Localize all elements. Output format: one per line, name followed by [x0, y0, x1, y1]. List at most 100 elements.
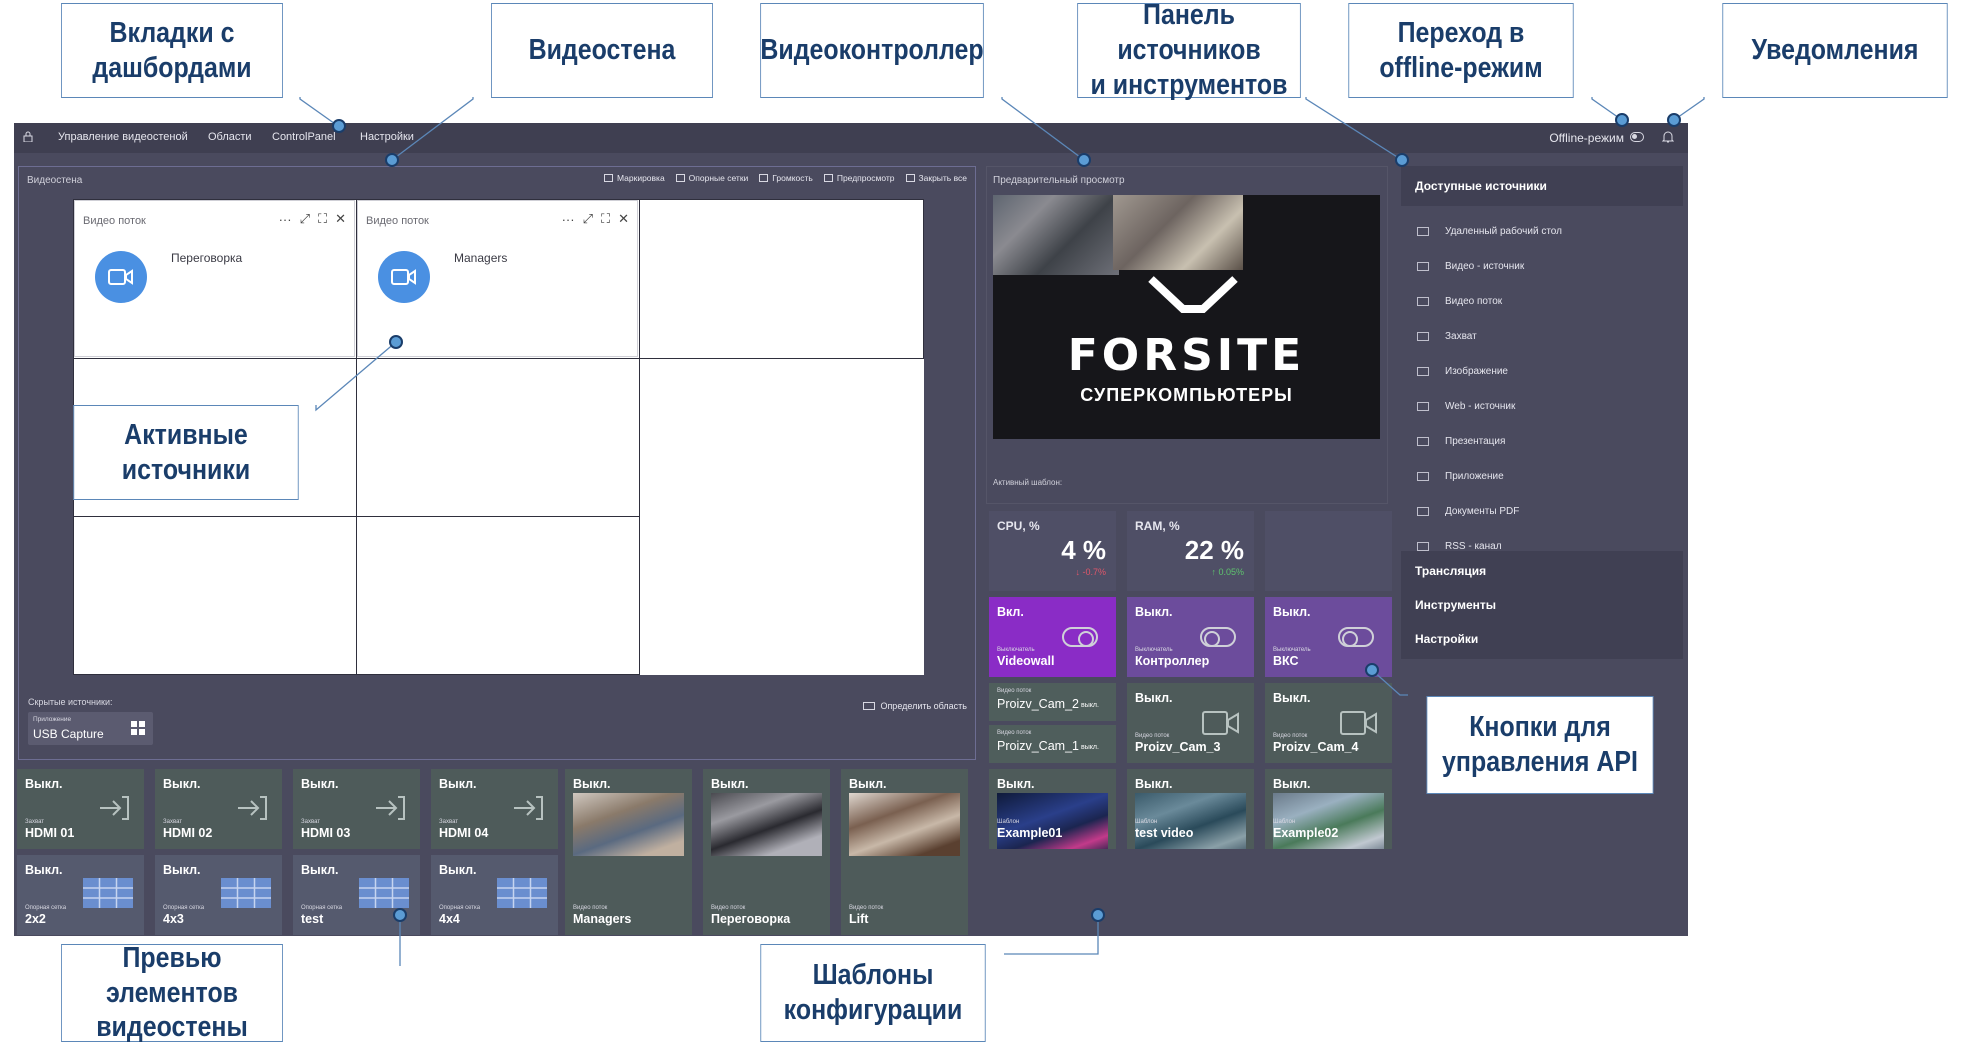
preview-camera-feed: [993, 195, 1119, 275]
wall-cell[interactable]: [73, 516, 357, 675]
wall-cell[interactable]: [639, 199, 924, 359]
grid-preset-tile[interactable]: Выкл. Опорная сетка 2x2: [17, 855, 144, 935]
source-tools: ··· ⤢ ⛶ ✕: [279, 211, 346, 227]
source-type-label: Видео - источник: [1445, 261, 1525, 272]
tile-name: ВКС: [1273, 654, 1299, 668]
active-source-tile[interactable]: Видео поток ··· ⤢ ⛶ ✕ Переговорка: [74, 200, 355, 357]
stream-tile[interactable]: Выкл. Видео поток Proizv_Cam_4: [1265, 683, 1392, 763]
reference-grids-button[interactable]: Опорные сетки: [675, 173, 748, 183]
expand-icon[interactable]: ⤢: [583, 211, 593, 227]
tile-state: Выкл.: [1135, 605, 1173, 619]
offline-toggle-icon[interactable]: [1630, 132, 1644, 142]
define-area-button[interactable]: Определить область: [863, 701, 967, 711]
videostream-preview-tile[interactable]: Выкл. Видео поток Managers: [565, 769, 692, 935]
tab-areas[interactable]: Области: [208, 131, 252, 143]
videostream-preview-tile[interactable]: Выкл. Видео поток Lift: [841, 769, 968, 935]
bell-icon[interactable]: [1662, 130, 1674, 144]
wall-cell[interactable]: [356, 516, 640, 675]
source-name: Managers: [454, 251, 508, 265]
source-type-item[interactable]: Документы PDF: [1401, 494, 1683, 529]
config-template-tile[interactable]: Выкл. Шаблон test video: [1127, 769, 1254, 849]
tile-state: Выкл.: [1135, 777, 1173, 791]
tile-status: выкл.: [1081, 744, 1099, 751]
offline-mode-label[interactable]: Offline-режим: [1549, 131, 1624, 145]
source-type-item[interactable]: Видео поток: [1401, 284, 1683, 319]
source-tools: ··· ⤢ ⛶ ✕: [562, 211, 629, 227]
hidden-source-tile[interactable]: Приложение USB Capture: [28, 712, 153, 745]
expand-icon[interactable]: ⤢: [300, 211, 310, 227]
wall-cell[interactable]: [356, 358, 640, 517]
api-switch-tile[interactable]: Выкл. Выключатель Контроллер: [1127, 597, 1254, 677]
close-all-button[interactable]: Закрыть все: [905, 173, 967, 183]
tile-name: 2x2: [25, 912, 46, 926]
source-type-icon: [1417, 227, 1429, 236]
tile-kind: Видео поток: [711, 905, 746, 911]
source-name: USB Capture: [33, 727, 104, 741]
tile-state: Выкл.: [1273, 691, 1311, 705]
stream-half-tile[interactable]: Видео поток Proizv_Cam_2 выкл.: [989, 683, 1116, 721]
tile-kind: Видео поток: [997, 688, 1032, 694]
capture-tile[interactable]: Выкл. Захват HDMI 02: [155, 769, 282, 849]
close-icon[interactable]: ✕: [335, 211, 346, 227]
capture-tile[interactable]: Выкл. Захват HDMI 04: [431, 769, 558, 849]
video-camera-icon: [378, 251, 430, 303]
source-type-label: Приложение: [1445, 471, 1504, 482]
capture-icon: [374, 795, 406, 821]
available-sources-header[interactable]: Доступные источники: [1401, 166, 1683, 206]
source-type-item[interactable]: Приложение: [1401, 459, 1683, 494]
annotation-marker: [332, 119, 346, 133]
more-options-icon[interactable]: ···: [562, 212, 575, 227]
tile-state: Выкл.: [1135, 691, 1173, 705]
active-source-tile[interactable]: Видео поток ··· ⤢ ⛶ ✕ Managers: [357, 200, 638, 357]
preview-screen[interactable]: FORSITE СУПЕРКОМПЬЮТЕРЫ: [993, 195, 1380, 439]
tile-kind: Шаблон: [1135, 819, 1158, 825]
tile-state: Выкл.: [163, 863, 201, 877]
tab-videowall-management[interactable]: Управление видеостеной: [58, 131, 188, 143]
tab-controlpanel[interactable]: ControlPanel: [272, 131, 336, 143]
switch-toggle-icon[interactable]: [1062, 627, 1098, 647]
config-template-tile[interactable]: Выкл. Шаблон Example01: [989, 769, 1116, 849]
fullscreen-icon[interactable]: ⛶: [601, 211, 610, 227]
preview-button[interactable]: Предпросмотр: [823, 173, 895, 183]
tile-name: Managers: [573, 912, 632, 926]
callout-sources-panel: Панель источников и инструментов: [1077, 0, 1301, 101]
source-type-item[interactable]: Изображение: [1401, 354, 1683, 389]
grid-preset-tile[interactable]: Выкл. Опорная сетка test: [293, 855, 420, 935]
fullscreen-icon[interactable]: ⛶: [318, 211, 327, 227]
metric-tile[interactable]: RAM, % 22 % ↑ 0.05%: [1127, 511, 1254, 591]
stream-tile[interactable]: Выкл. Видео поток Proizv_Cam_3: [1127, 683, 1254, 763]
settings-section[interactable]: Настройки: [1401, 619, 1683, 659]
marking-button[interactable]: Маркировка: [603, 173, 665, 183]
video-camera-icon: [1202, 709, 1240, 737]
videowall-toolbar: Маркировка Опорные сетки Громкость Предп…: [603, 173, 967, 183]
annotation-marker: [385, 153, 399, 167]
tab-settings[interactable]: Настройки: [360, 131, 414, 143]
switch-toggle-icon[interactable]: [1338, 627, 1374, 647]
close-icon[interactable]: ✕: [618, 211, 629, 227]
wall-cell-merged[interactable]: [639, 358, 924, 675]
capture-tile[interactable]: Выкл. Захват HDMI 03: [293, 769, 420, 849]
tile-kind: Видео поток: [849, 905, 884, 911]
switch-toggle-icon[interactable]: [1200, 627, 1236, 647]
source-type-item[interactable]: Видео - источник: [1401, 249, 1683, 284]
preview-title: Предварительный просмотр: [993, 175, 1125, 186]
more-options-icon[interactable]: ···: [279, 212, 292, 227]
lock-icon[interactable]: [23, 131, 33, 142]
source-type-item[interactable]: Захват: [1401, 319, 1683, 354]
api-switch-tile[interactable]: Вкл. Выключатель Videowall: [989, 597, 1116, 677]
source-type-label: Документы PDF: [1445, 506, 1520, 517]
grid-preset-tile[interactable]: Выкл. Опорная сетка 4x4: [431, 855, 558, 935]
capture-tile[interactable]: Выкл. Захват HDMI 01: [17, 769, 144, 849]
config-template-tile[interactable]: Выкл. Шаблон Example02: [1265, 769, 1392, 849]
videostream-preview-tile[interactable]: Выкл. Видео поток Переговорка: [703, 769, 830, 935]
stream-half-tile[interactable]: Видео поток Proizv_Cam_1 выкл.: [989, 725, 1116, 763]
grid-preset-tile[interactable]: Выкл. Опорная сетка 4x3: [155, 855, 282, 935]
volume-button[interactable]: Громкость: [759, 173, 813, 183]
source-type-item[interactable]: Презентация: [1401, 424, 1683, 459]
source-type-item[interactable]: Удаленный рабочий стол: [1401, 214, 1683, 249]
annotation-marker: [1091, 908, 1105, 922]
tile-name: Proizv_Cam_2: [997, 697, 1079, 711]
top-navigation-bar: Управление видеостеной Области ControlPa…: [14, 123, 1688, 153]
metric-tile[interactable]: CPU, % 4 % ↓ -0.7%: [989, 511, 1116, 591]
source-type-item[interactable]: Web - источник: [1401, 389, 1683, 424]
